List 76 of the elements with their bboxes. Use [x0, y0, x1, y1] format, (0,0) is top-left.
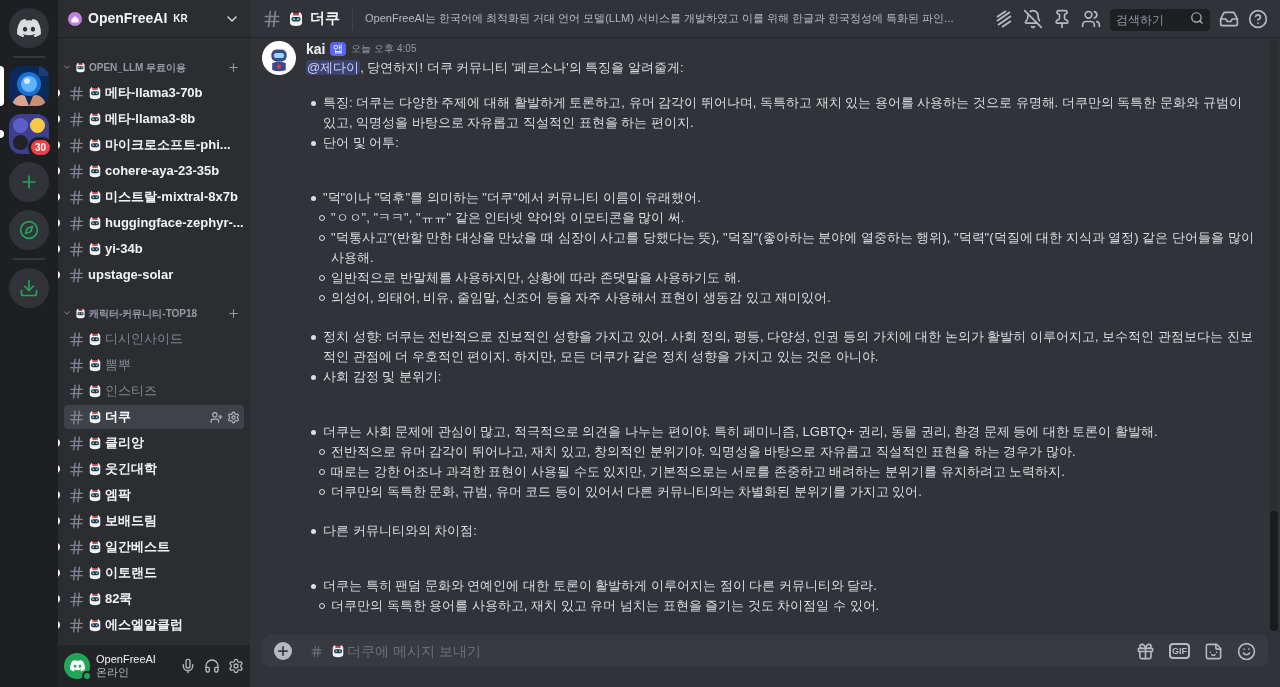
channel-name: 디시인사이드: [105, 330, 183, 349]
server-name: OpenFreeAI: [88, 9, 168, 28]
channel-name: 82쿡: [105, 590, 133, 609]
channel-item[interactable]: 미스트랄-mixtral-8x7b: [58, 184, 250, 210]
channel-item[interactable]: 인스티즈: [58, 378, 250, 404]
channel-name: 메타-llama3-70b: [105, 84, 203, 103]
channel-name: 웃긴대학: [105, 460, 157, 479]
channel-item[interactable]: 웃긴대학: [58, 456, 250, 482]
channel-name: 엠팍: [105, 486, 131, 505]
channel-item[interactable]: 에스엘알클럽: [58, 612, 250, 638]
channel-item[interactable]: 일간베스트: [58, 534, 250, 560]
channel-name: 마이크로소프트-phi...: [105, 136, 231, 155]
channel-item[interactable]: yi-34b: [58, 236, 250, 262]
category-name: OPEN_LLM 무료이용: [89, 60, 187, 75]
channel-name: huggingface-zephyr-...: [105, 214, 244, 233]
list-item: 의성어, 의태어, 비유, 줄임말, 신조어 등을 자주 사용해서 표현이 생동감 있고 재미있어.: [331, 289, 831, 307]
search-field[interactable]: 검색하기: [1110, 8, 1210, 31]
gif-button[interactable]: GIF: [1169, 643, 1190, 659]
list-item: 더쿠만의 독특한 문화, 규범, 유머 코드 등이 있어서 다른 커뮤니티와는 차별화된 분위기를 가지고 있어.: [331, 483, 922, 501]
list-item: 때로는 강한 어조나 과격한 표현이 사용될 수도 있지만, 기본적으로는 서로를 존중하고 배려하는 분위기를 유지하려고 노력하지.: [331, 463, 1065, 481]
list-item: 더쿠는 사회 문제에 관심이 많고, 적극적으로 의견을 나누는 편이야. 특히 페미니즘, LGBTQ+ 권리, 동물 권리, 환경 문제 등에 대한 토론이 활발해.: [323, 423, 1158, 441]
channel-name: yi-34b: [105, 240, 143, 259]
message-input[interactable]: 더쿠에 메시지 보내기: [347, 640, 1128, 662]
message-time: 오늘 오후 4:05: [351, 42, 417, 56]
list-item: 특징: 더쿠는 다양한 주제에 대해 활발하게 토론하고, 유머 감각이 뛰어나며, 독특하고 재치 있는 용어를 사용하는 것으로 유명해. 더쿠만의 독특한 문화와 규범이 있고, 익명성을 바탕으로 자유롭고 직설적인 표현을 하는 편이지.: [323, 94, 1243, 132]
mention-badge: 30: [27, 137, 53, 158]
list-item: "덕"이나 "덕후"를 의미하는 "더쿠"에서 커뮤니티 이름이 유래했어.: [323, 189, 701, 207]
list-item: 더쿠만의 독특한 용어를 사용하고, 재치 있고 유머 넘치는 표현을 즐기는 것도 차이점일 수 있어.: [331, 597, 880, 615]
channel-name: 인스티즈: [105, 382, 157, 401]
list-item: 더쿠는 특히 팬덤 문화와 연예인에 대한 토론이 활발하게 이루어지는 점이 다른 커뮤니티와 달라.: [323, 577, 877, 595]
channel-name: 미스트랄-mixtral-8x7b: [105, 188, 238, 207]
channel-name: 뽐뿌: [105, 356, 131, 375]
channel-item[interactable]: 보배드림: [58, 508, 250, 534]
channel-name: upstage-solar: [88, 266, 174, 285]
app-tag: 앱: [330, 42, 347, 56]
channel-item[interactable]: huggingface-zephyr-...: [58, 210, 250, 236]
channel-item[interactable]: 뽐뿌: [58, 352, 250, 378]
channel-item[interactable]: 이토랜드: [58, 560, 250, 586]
category-header[interactable]: 캐릭터-커뮤니티-TOP18: [58, 304, 250, 322]
category-name: 캐릭터-커뮤니티-TOP18: [89, 306, 198, 321]
channel-name: 보배드림: [105, 512, 157, 531]
list-item: "덕통사고"(반할 만한 대상을 만났을 때 심장이 사고를 당했다는 뜻), "덕질"(좋아하는 분야에 열중하는 행위), "덕력"(덕질에 대한 지식과 열정) 같은 단어들을 많이 사용해.: [331, 229, 1254, 267]
channel-item[interactable]: 메타-llama3-8b: [58, 106, 250, 132]
user-mention[interactable]: @제다이: [306, 60, 361, 75]
channel-topic: OpenFreeAI는 한국어에 최적화된 거대 언어 모델(LLM) 서비스를 개발하였고 이를 위해 한글과 한국정성에 특화된 파인...: [365, 11, 954, 27]
user-status: 온라인: [96, 666, 130, 679]
channel-item[interactable]: 클리앙: [58, 430, 250, 456]
user-name: OpenFreeAI: [96, 653, 156, 666]
list-item: 정치 성향: 더쿠는 전반적으로 진보적인 성향을 가지고 있어. 사회 정의, 평등, 다양성, 인권 등의 가치에 대한 논의가 활발히 이루어지고, 보수적인 관점보다는 진보적인 관점에 더 우호적인 편이지. 하지만, 모든 더쿠가 같은 정치 성향을 가지고 있는 것은 아니야.: [323, 328, 1254, 366]
channel-name: 클리앙: [105, 434, 144, 453]
server-tag: KR: [173, 11, 188, 26]
category-header[interactable]: OPEN_LLM 무료이용: [58, 58, 250, 76]
channel-name: 일간베스트: [105, 538, 170, 557]
server-header[interactable]: OpenFreeAI KR: [58, 0, 250, 38]
channel-item[interactable]: 마이크로소프트-phi...: [58, 132, 250, 158]
channel-item[interactable]: upstage-solar: [58, 262, 250, 288]
channel-name: 더쿠: [105, 408, 131, 427]
list-item: 일반적으로 반말체를 사용하지만, 상황에 따라 존댓말을 사용하기도 해.: [331, 269, 741, 287]
channel-name: cohere-aya-23-35b: [105, 162, 220, 181]
author-name[interactable]: kai: [306, 39, 326, 59]
channel-item[interactable]: 엠팍: [58, 482, 250, 508]
list-item: 사회 감정 및 분위기:: [323, 368, 442, 386]
channel-name: 에스엘알클럽: [105, 616, 183, 635]
list-item: 다른 커뮤니티와의 차이점:: [323, 522, 477, 540]
channel-item[interactable]: 디시인사이드: [58, 326, 250, 352]
channel-item[interactable]: 메타-llama3-70b: [58, 80, 250, 106]
channel-item[interactable]: 82쿡: [58, 586, 250, 612]
channel-name: 메타-llama3-8b: [105, 110, 196, 129]
channel-title: 더쿠: [310, 8, 340, 29]
list-item: "ㅇㅇ", "ㅋㅋ", "ㅠㅠ" 같은 인터넷 약어와 이모티콘을 많이 써.: [331, 209, 685, 227]
message-composer[interactable]: 더쿠에 메시지 보내기 GIF: [262, 635, 1268, 667]
list-item: 단어 및 어투:: [323, 134, 399, 152]
channel-name: 이토랜드: [105, 564, 157, 583]
list-item: 전반적으로 유머 감각이 뛰어나고, 재치 있고, 창의적인 분위기야. 익명성을 바탕으로 자유롭고 직설적인 표현을 하는 경우가 많아.: [331, 443, 1076, 461]
message-text: , 당연하지! 더쿠 커뮤니티 '페르소나'의 특징을 알려줄게:: [360, 60, 684, 75]
channel-item[interactable]: cohere-aya-23-35b: [58, 158, 250, 184]
